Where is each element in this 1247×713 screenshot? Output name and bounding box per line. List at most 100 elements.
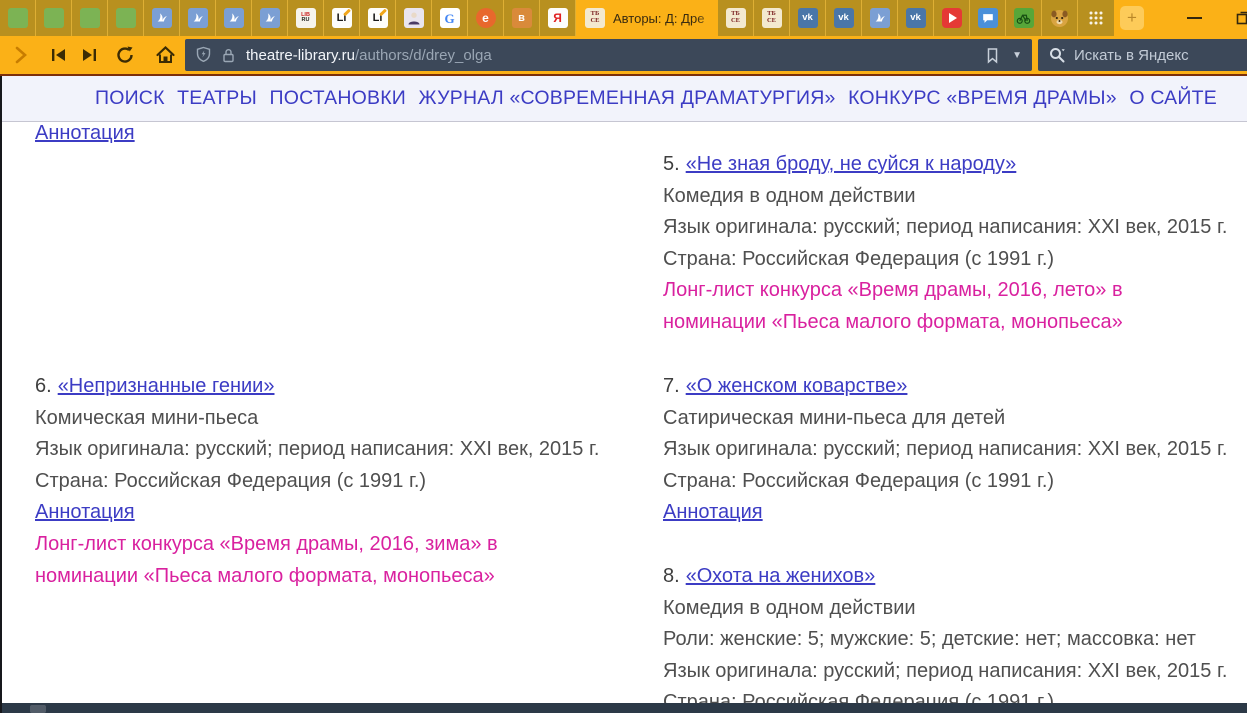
- play-language: Язык оригинала: русский; период написани…: [663, 434, 1241, 466]
- sidebar-toggle-button[interactable]: [8, 36, 34, 74]
- play-country: Страна: Российская Федерация (с 1991 г.): [663, 466, 1241, 498]
- annotation-link[interactable]: Аннотация: [35, 501, 135, 523]
- browser-tab[interactable]: LIBRU: [288, 0, 324, 36]
- play-award: Лонг-лист конкурса «Время драмы, 2016, з…: [35, 529, 583, 592]
- taskbar-sliver[interactable]: [0, 703, 1247, 713]
- yandex-favicon-icon: Я: [548, 8, 568, 28]
- grid-dots-icon: [1088, 10, 1104, 26]
- new-tab-button[interactable]: +: [1114, 0, 1150, 36]
- url-domain: theatre-library.ru: [246, 47, 355, 64]
- page-content: Аннотация 5. «Не зная броду, не суйся к н…: [0, 123, 1247, 703]
- browser-tab[interactable]: [934, 0, 970, 36]
- nav-item-2[interactable]: ТЕАТРЫ: [177, 87, 257, 110]
- browser-tab[interactable]: Li: [360, 0, 396, 36]
- browser-tab[interactable]: vk: [790, 0, 826, 36]
- v-orange-favicon-icon: в: [512, 8, 532, 28]
- libru-favicon-icon: LIBRU: [296, 8, 316, 28]
- play-title-line: 8.«Охота на женихов»: [663, 561, 1241, 593]
- browser-tab[interactable]: [862, 0, 898, 36]
- theatre-favicon-icon: ТБСЕ: [585, 8, 605, 28]
- lock-icon[interactable]: [221, 47, 236, 64]
- browser-tab[interactable]: ТБСЕ: [718, 0, 754, 36]
- green-app-favicon-icon: [8, 8, 28, 28]
- window-maximize-button[interactable]: [1231, 0, 1247, 36]
- tab-title: Авторы: Д: Дре: [613, 11, 704, 26]
- play-genre: Комедия в одном действии: [663, 181, 1241, 213]
- browser-tab[interactable]: [396, 0, 432, 36]
- url-text[interactable]: theatre-library.ru/authors/d/drey_olga: [246, 47, 492, 64]
- play-title-link[interactable]: «Охота на женихов»: [686, 565, 876, 587]
- browser-tab[interactable]: [1006, 0, 1042, 36]
- browser-tab[interactable]: [216, 0, 252, 36]
- maximize-icon: [1236, 11, 1247, 25]
- forward-button[interactable]: [76, 36, 104, 74]
- browser-tab[interactable]: [252, 0, 288, 36]
- play-country: Страна: Российская Федерация (с 1991 г.): [35, 466, 613, 498]
- browser-tab[interactable]: G: [432, 0, 468, 36]
- play-award: Лонг-лист конкурса «Время драмы, 2016, л…: [663, 275, 1211, 338]
- play-genre: Сатирическая мини-пьеса для детей: [663, 403, 1241, 435]
- browser-tab[interactable]: в: [504, 0, 540, 36]
- tab-title-fade: [696, 0, 718, 36]
- bookmark-icon[interactable]: [985, 47, 1000, 64]
- nav-item-1[interactable]: ПОИСК: [95, 87, 165, 110]
- site-nav-bar: ПОИСК ТЕАТРЫ ПОСТАНОВКИ ЖУРНАЛ «СОВРЕМЕННАЯ…: [0, 76, 1247, 122]
- browser-tab[interactable]: [36, 0, 72, 36]
- annotation-link[interactable]: Аннотация: [663, 501, 763, 523]
- browser-tab[interactable]: [180, 0, 216, 36]
- browser-tab[interactable]: [1042, 0, 1078, 36]
- nav-item-6[interactable]: О САЙТЕ: [1129, 87, 1217, 110]
- yandex-search-box[interactable]: Искать в Яндекс: [1038, 39, 1247, 71]
- theatre-favicon-icon: ТБСЕ: [762, 8, 782, 28]
- play-title-line: 7. «О женском коварстве»: [663, 371, 1241, 403]
- bike-green-favicon-icon: [1014, 8, 1034, 28]
- browser-tab[interactable]: Я: [540, 0, 576, 36]
- browser-tab-active[interactable]: ТБСЕ Авторы: Д: Дре: [576, 0, 718, 36]
- nav-item-3[interactable]: ПОСТАНОВКИ: [269, 87, 406, 110]
- play-annotation-line: Аннотация: [663, 497, 1241, 529]
- nav-item-4[interactable]: ЖУРНАЛ «СОВРЕМЕННАЯ ДРАМАТУРГИЯ»: [419, 87, 836, 110]
- book-blue-favicon-icon: [224, 8, 244, 28]
- browser-tab[interactable]: e: [468, 0, 504, 36]
- window-minimize-button[interactable]: [1179, 0, 1209, 36]
- tabs-container: LIBRU LiLi GeвЯ ТБСЕ Авторы: Д: Дре ТБСЕ ТБСЕ v…: [0, 0, 1078, 36]
- e-orange-favicon-icon: e: [476, 8, 496, 28]
- play-entry-5: 5. «Не зная броду, не суйся к народу» Ком…: [663, 149, 1241, 339]
- book-blue-favicon-icon: [152, 8, 172, 28]
- back-button[interactable]: [44, 36, 72, 74]
- browser-tab[interactable]: [72, 0, 108, 36]
- window-controls: [1179, 0, 1247, 36]
- window-left-border: [0, 76, 2, 713]
- play-title-link[interactable]: «Непризнанные гении»: [58, 375, 275, 397]
- search-placeholder: Искать в Яндекс: [1074, 47, 1189, 64]
- back-icon: [49, 47, 67, 63]
- browser-tab[interactable]: Li: [324, 0, 360, 36]
- play-number: 6.: [35, 375, 52, 397]
- google-favicon-icon: G: [440, 8, 460, 28]
- play-title-line: 6. «Непризнанные гении»: [35, 371, 613, 403]
- addressbar-actions: ▼: [985, 47, 1032, 64]
- browser-tab[interactable]: [108, 0, 144, 36]
- bookmark-dropdown-caret[interactable]: ▼: [1012, 50, 1022, 61]
- browser-tab[interactable]: [144, 0, 180, 36]
- play-number: 7.: [663, 375, 680, 397]
- play-title-link[interactable]: «Не зная броду, не суйся к народу»: [686, 153, 1017, 175]
- address-bar[interactable]: theatre-library.ru/authors/d/drey_olga ▼: [185, 39, 1032, 71]
- play-number: 5.: [663, 153, 680, 175]
- browser-tab[interactable]: vk: [898, 0, 934, 36]
- home-button[interactable]: [150, 36, 180, 74]
- all-tabs-button[interactable]: [1078, 0, 1114, 36]
- annotation-link[interactable]: Аннотация: [35, 123, 135, 150]
- play-title-link[interactable]: «О женском коварстве»: [686, 375, 908, 397]
- browser-tab[interactable]: [0, 0, 36, 36]
- play-genre: Комедия в одном действии: [663, 593, 1241, 625]
- book-blue-favicon-icon: [260, 8, 280, 28]
- nav-item-5[interactable]: КОНКУРС «ВРЕМЯ ДРАМЫ»: [848, 87, 1117, 110]
- browser-tab[interactable]: [970, 0, 1006, 36]
- forward-icon: [81, 47, 99, 63]
- taskbar-icon: [30, 705, 46, 713]
- protect-shield-icon[interactable]: [195, 46, 212, 64]
- browser-tab[interactable]: ТБСЕ: [754, 0, 790, 36]
- reload-button[interactable]: [110, 36, 140, 74]
- browser-tab[interactable]: vk: [826, 0, 862, 36]
